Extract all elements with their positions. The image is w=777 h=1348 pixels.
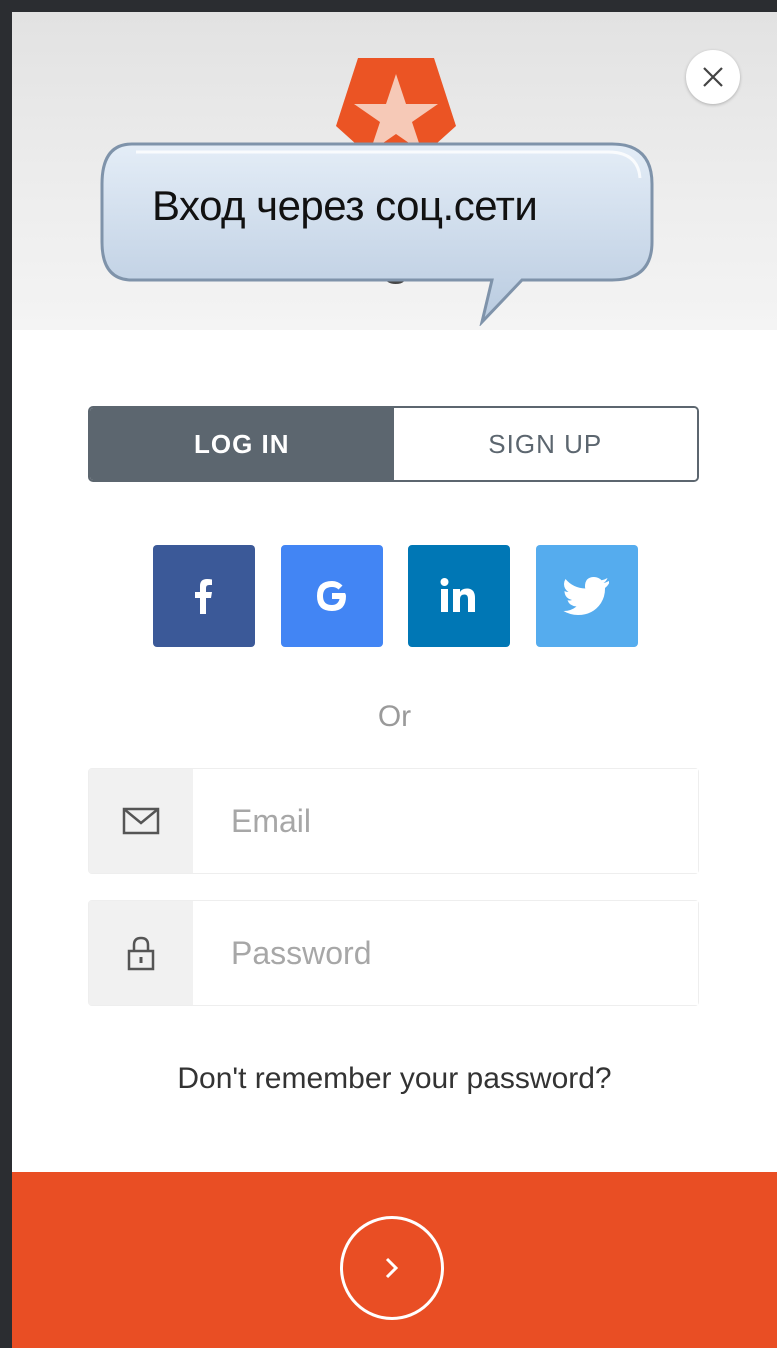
auth-tabs: LOG IN SIGN UP <box>88 406 699 482</box>
submit-circle <box>340 1216 444 1320</box>
close-button[interactable] <box>686 50 740 104</box>
login-dialog: Log in Вход через соц.сети LOG IN SI <box>12 12 777 1348</box>
email-field <box>88 768 699 874</box>
facebook-icon <box>195 579 212 614</box>
twitter-button[interactable] <box>536 545 638 647</box>
envelope-icon <box>122 807 160 835</box>
forgot-password-link[interactable]: Don't remember your password? <box>12 1062 777 1096</box>
callout-text: Вход через соц.сети <box>152 182 538 229</box>
lock-icon <box>127 936 155 971</box>
facebook-button[interactable] <box>153 545 255 647</box>
chevron-right-icon <box>385 1257 399 1279</box>
password-input[interactable] <box>193 901 698 1005</box>
twitter-icon <box>563 577 609 615</box>
dialog-header: Log in Вход через соц.сети <box>12 12 777 330</box>
password-icon-box <box>89 901 193 1005</box>
email-input[interactable] <box>193 769 698 873</box>
tab-log-in[interactable]: LOG IN <box>90 408 394 480</box>
google-button[interactable] <box>281 545 383 647</box>
linkedin-button[interactable] <box>408 545 510 647</box>
google-icon <box>317 581 346 611</box>
close-icon <box>703 67 723 87</box>
linkedin-icon <box>440 578 475 612</box>
submit-button[interactable] <box>12 1172 777 1348</box>
callout-annotation: Вход через соц.сети <box>92 130 672 326</box>
or-separator: Or <box>377 700 412 733</box>
email-icon-box <box>89 769 193 873</box>
tab-sign-up[interactable]: SIGN UP <box>393 408 697 480</box>
password-field <box>88 900 699 1006</box>
